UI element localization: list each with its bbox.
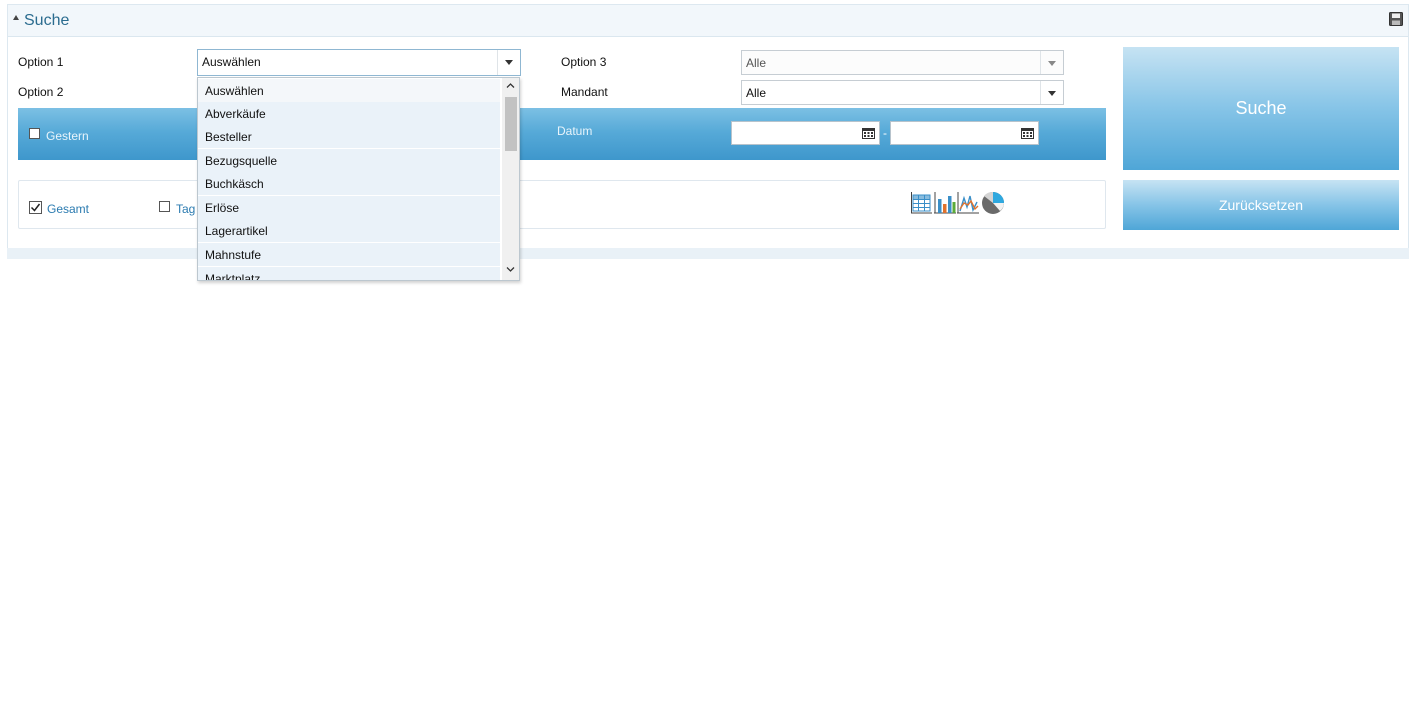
chevron-down-icon[interactable]	[506, 266, 515, 273]
reset-button-label: Zurücksetzen	[1218, 197, 1304, 213]
gestern-label[interactable]: Gestern	[46, 129, 89, 143]
mandant-select[interactable]: Alle	[741, 80, 1064, 105]
panel-header[interactable]: Suche	[8, 5, 1408, 37]
list-item[interactable]: Abverkäufe	[198, 102, 500, 125]
option1-label: Option 1	[18, 55, 64, 69]
search-button-label: Suche	[1235, 98, 1287, 118]
list-item[interactable]: Buchkäsch	[198, 172, 500, 195]
option3-select[interactable]: Alle	[741, 50, 1064, 75]
search-button[interactable]: Suche	[1123, 47, 1399, 170]
option2-label: Option 2	[18, 85, 64, 99]
calendar-icon[interactable]	[862, 127, 875, 139]
list-item[interactable]: Erlöse	[198, 196, 500, 219]
gesamt-label[interactable]: Gesamt	[47, 202, 89, 216]
option1-select[interactable]: Auswählen	[197, 49, 521, 76]
option1-value: Auswählen	[202, 55, 261, 69]
calendar-icon[interactable]	[1021, 127, 1034, 139]
list-item[interactable]: Marktplatz	[198, 267, 500, 280]
scrollbar-thumb[interactable]	[505, 97, 517, 151]
date-to-field[interactable]	[890, 121, 1039, 145]
gestern-checkbox[interactable]	[29, 128, 40, 139]
table-view-icon[interactable]	[911, 192, 932, 214]
option1-dropdown-list[interactable]: Auswählen Abverkäufe Besteller Bezugsque…	[197, 77, 520, 281]
option3-label: Option 3	[561, 55, 607, 69]
date-range-separator: -	[883, 126, 887, 140]
tag-label[interactable]: Tag	[176, 202, 195, 216]
option3-value: Alle	[746, 56, 767, 70]
line-chart-icon[interactable]	[957, 192, 979, 214]
list-item[interactable]: Auswählen	[198, 79, 500, 103]
chevron-down-icon[interactable]	[497, 50, 520, 75]
chevron-up-icon[interactable]	[506, 82, 515, 89]
collapse-triangle-icon[interactable]	[13, 15, 19, 20]
pie-chart-icon[interactable]	[980, 191, 1006, 215]
chevron-down-icon[interactable]	[1040, 51, 1063, 74]
mandant-label: Mandant	[561, 85, 608, 99]
tag-checkbox[interactable]	[159, 201, 170, 212]
list-item[interactable]: Bezugsquelle	[198, 149, 500, 172]
datum-label: Datum	[557, 124, 593, 138]
dropdown-scrollbar[interactable]	[502, 78, 519, 280]
panel-title[interactable]: Suche	[24, 12, 69, 30]
mandant-value: Alle	[746, 86, 767, 100]
checkbox-checked-icon[interactable]	[29, 201, 42, 214]
date-from-field[interactable]	[731, 121, 880, 145]
list-item[interactable]: Lagerartikel	[198, 219, 500, 242]
chevron-down-icon[interactable]	[1040, 81, 1063, 104]
bar-chart-icon[interactable]	[934, 192, 956, 214]
list-item[interactable]: Besteller	[198, 125, 500, 148]
list-item[interactable]: Mahnstufe	[198, 243, 500, 266]
reset-button[interactable]: Zurücksetzen	[1123, 180, 1399, 230]
save-disk-icon[interactable]	[1389, 12, 1403, 26]
